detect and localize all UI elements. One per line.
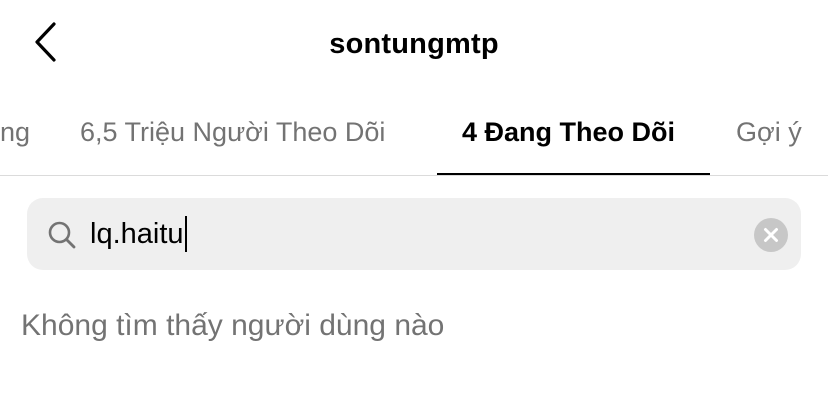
clear-icon bbox=[764, 228, 778, 242]
page-title: sontungmtp bbox=[329, 28, 499, 60]
tab-bar: ng 6,5 Triệu Người Theo Dõi 4 Đang Theo … bbox=[0, 108, 828, 176]
text-caret bbox=[184, 216, 187, 252]
following-screen: sontungmtp ng 6,5 Triệu Người Theo Dõi 4… bbox=[0, 0, 828, 412]
empty-results-message: Không tìm thấy người dùng nào bbox=[21, 309, 445, 342]
tab-followers[interactable]: 6,5 Triệu Người Theo Dõi bbox=[80, 108, 385, 175]
active-tab-indicator bbox=[437, 173, 710, 175]
tab-following[interactable]: 4 Đang Theo Dõi bbox=[462, 108, 675, 175]
search-input-value: lq.haitu bbox=[90, 218, 184, 250]
search-input[interactable]: lq.haitu bbox=[90, 212, 690, 256]
tab-suggested[interactable]: Gợi ý bbox=[736, 108, 802, 175]
clear-search-button[interactable] bbox=[754, 218, 788, 252]
search-bar[interactable]: lq.haitu bbox=[27, 198, 801, 270]
search-icon bbox=[48, 221, 76, 249]
tab-previous[interactable]: ng bbox=[0, 108, 30, 175]
